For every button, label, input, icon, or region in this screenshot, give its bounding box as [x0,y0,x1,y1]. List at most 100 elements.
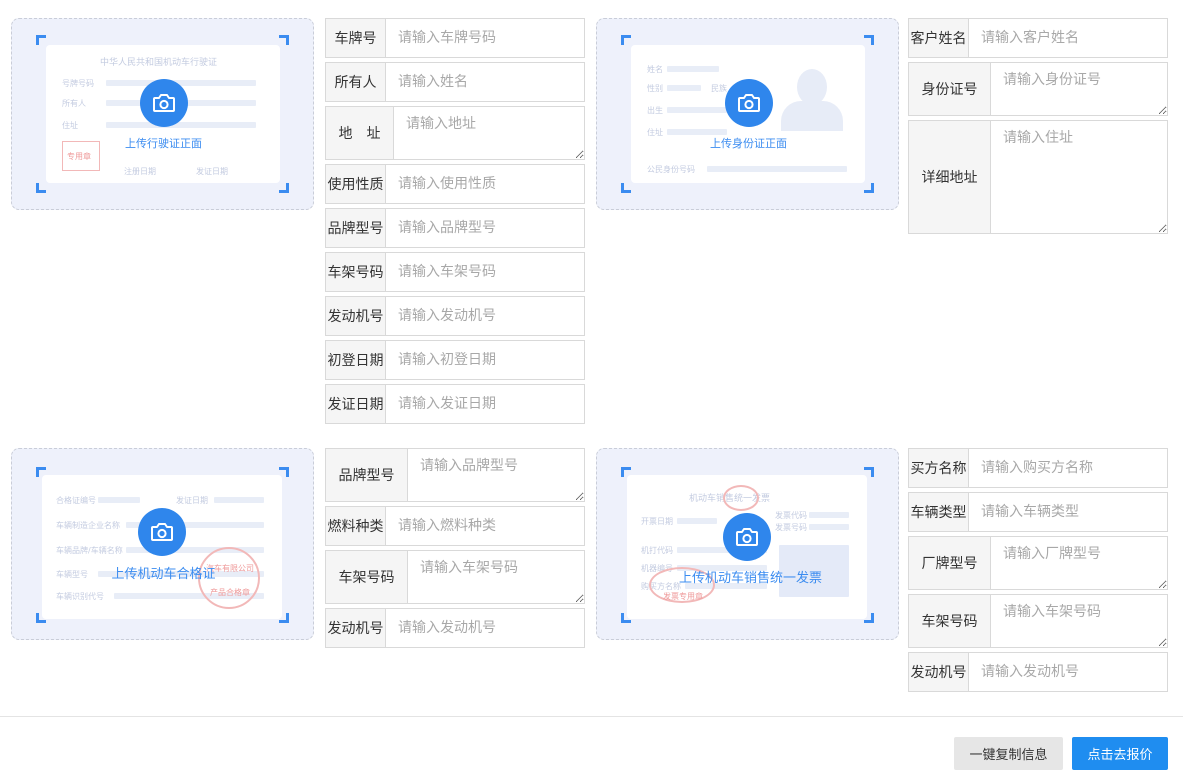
preview-line [707,166,847,172]
buyer-name-input[interactable] [969,449,1167,487]
field-issue-date: 发证日期 [325,384,585,424]
preview-label: 开票日期 [641,517,673,526]
preview-stamp-text: 发票专用章 [663,592,703,601]
field-address: 地 址 [325,106,585,160]
field-vehicle-type: 车辆类型 [908,492,1168,532]
field-label: 所有人 [326,63,386,101]
camera-button[interactable] [138,508,186,556]
field-label: 车牌号 [326,19,386,57]
field-label: 车架号码 [909,595,991,647]
preview-label: 发票号码 [775,523,807,532]
upload-caption: 上传行驶证正面 [125,137,202,150]
field-label: 买方名称 [909,449,969,487]
field-label: 品牌型号 [326,209,386,247]
fuel-type-input[interactable] [386,507,584,545]
preview-label: 车辆品牌/车辆名称 [56,546,123,555]
preview-label: 公民身份号码 [647,165,695,174]
field-label: 详细地址 [909,121,991,233]
field-label: 车架号码 [326,253,386,291]
field-label: 使用性质 [326,165,386,203]
preview-line [106,122,256,128]
field-label: 发动机号 [326,297,386,335]
camera-button[interactable] [725,79,773,127]
preview-label: 民族 [711,84,727,93]
field-label: 发动机号 [909,653,969,691]
field-label: 初登日期 [326,341,386,379]
field-label: 厂牌型号 [909,537,991,589]
detail-address-textarea[interactable] [991,121,1167,233]
vin-input[interactable] [386,253,584,291]
preview-label: 出生 [647,106,663,115]
field-label: 地 址 [326,107,394,159]
camera-icon [736,528,758,546]
upload-vehicle-license[interactable]: 中华人民共和国机动车行驶证 号牌号码 所有人 住址 专用章 注册日期 发证日期 … [11,18,314,210]
field-customer-name: 客户姓名 [908,18,1168,58]
field-cert-vin: 车架号码 [325,550,585,604]
usage-nature-input[interactable] [386,165,584,203]
address-textarea[interactable] [394,107,584,159]
preview-label: 姓名 [647,65,663,74]
cert-brand-model-textarea[interactable] [408,449,584,501]
cert-vin-textarea[interactable] [408,551,584,603]
upload-caption: 上传机动车销售统一发票 [679,571,823,586]
id-number-textarea[interactable] [991,63,1167,115]
go-quote-button[interactable]: 点击去报价 [1072,737,1168,770]
field-label: 车辆类型 [909,493,969,531]
preview-line [809,512,849,518]
corner-bracket [621,183,631,193]
field-fuel-type: 燃料种类 [325,506,585,546]
upload-invoice[interactable]: 机动车销售统一发票 开票日期 发票代码 发票号码 机打代码 机器编号 购买方名称… [596,448,899,640]
preview-line [809,524,849,530]
corner-bracket [621,35,631,45]
field-usage-nature: 使用性质 [325,164,585,204]
invoice-engine-number-input[interactable] [969,653,1167,691]
issue-date-input[interactable] [386,385,584,423]
field-owner: 所有人 [325,62,585,102]
customer-name-input[interactable] [969,19,1167,57]
camera-button[interactable] [140,79,188,127]
field-plate-number: 车牌号 [325,18,585,58]
invoice-vin-textarea[interactable] [991,595,1167,647]
preview-line [98,497,140,503]
preview-line [667,85,701,91]
preview-label: 注册日期 [124,167,156,176]
preview-line [214,497,264,503]
field-cert-engine-number: 发动机号 [325,608,585,648]
preview-seal [723,485,759,511]
owner-input[interactable] [386,63,584,101]
field-invoice-engine-number: 发动机号 [908,652,1168,692]
vehicle-type-input[interactable] [969,493,1167,531]
preview-label: 车辆识别代号 [56,592,104,601]
corner-bracket [864,35,874,45]
camera-icon [151,523,173,541]
corner-bracket [279,183,289,193]
field-id-number: 身份证号 [908,62,1168,116]
field-engine-number: 发动机号 [325,296,585,336]
field-cert-brand-model: 品牌型号 [325,448,585,502]
corner-bracket [864,183,874,193]
field-label: 发动机号 [326,609,386,647]
copy-info-button[interactable]: 一键复制信息 [954,737,1063,770]
upload-id-card[interactable]: 姓名 性别 民族 出生 住址 公民身份号码 上传身份证正面 [596,18,899,210]
first-registration-date-input[interactable] [386,341,584,379]
camera-button[interactable] [723,513,771,561]
field-label: 品牌型号 [326,449,408,501]
field-label: 身份证号 [909,63,991,115]
engine-number-input[interactable] [386,297,584,335]
manufacturer-model-textarea[interactable] [991,537,1167,589]
field-detail-address: 详细地址 [908,120,1168,234]
preview-label: 发证日期 [196,167,228,176]
footer-divider [0,716,1183,717]
cert-engine-number-input[interactable] [386,609,584,647]
field-invoice-vin: 车架号码 [908,594,1168,648]
upload-certificate[interactable]: 合格证编号 发证日期 车辆制造企业名称 车辆品牌/车辆名称 车辆型号 车辆识别代… [11,448,314,640]
field-label: 燃料种类 [326,507,386,545]
field-first-registration-date: 初登日期 [325,340,585,380]
corner-bracket [279,35,289,45]
preview-label: 机打代码 [641,546,673,555]
plate-number-input[interactable] [386,19,584,57]
brand-model-input[interactable] [386,209,584,247]
camera-icon [738,94,760,112]
corner-bracket [36,183,46,193]
preview-label: 发票代码 [775,511,807,520]
